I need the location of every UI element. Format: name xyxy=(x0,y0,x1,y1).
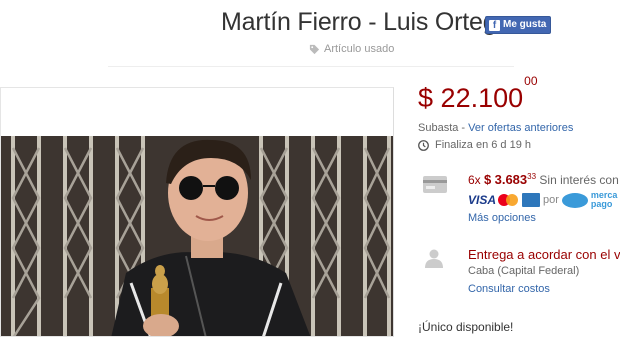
more-payment-options-link[interactable]: Más opciones xyxy=(468,212,536,224)
stock-label: ¡Único disponible! xyxy=(418,320,514,334)
shipping-costs-link[interactable]: Consultar costos xyxy=(468,283,550,295)
like-label: Me gusta xyxy=(503,19,547,30)
auction-separator: - xyxy=(458,122,469,134)
mastercard-logo-icon xyxy=(497,193,519,207)
installments-info: 6x $ 3.68333 Sin interés con xyxy=(468,172,619,187)
seller-user-icon xyxy=(425,249,443,268)
installment-cents: 33 xyxy=(527,172,537,181)
auction-ends-label: Finaliza en 6 d 19 h xyxy=(435,139,532,151)
condition-badge: Artículo usado xyxy=(309,43,394,55)
installment-integer: 3.683 xyxy=(494,172,528,187)
mercadopago-logo: merca pago xyxy=(591,191,618,209)
auction-info: Subasta - Ver ofertas anteriores xyxy=(418,122,573,134)
auction-type: Subasta xyxy=(418,122,459,134)
facebook-like-button[interactable]: f Me gusta xyxy=(485,16,552,34)
installments-count: 6x xyxy=(468,173,481,187)
por-label: por xyxy=(543,194,559,206)
auction-ends: Finaliza en 6 d 19 h xyxy=(418,139,531,151)
price-currency: $ xyxy=(418,83,434,113)
product-photo[interactable] xyxy=(0,87,394,337)
seller-location: Caba (Capital Federal) xyxy=(468,265,580,277)
page-title: Martín Fierro - Luis Ortega xyxy=(221,8,511,36)
price-cents: 00 xyxy=(524,74,538,88)
price-integer: 22.100 xyxy=(440,83,524,113)
credit-card-icon xyxy=(423,176,447,193)
tag-icon xyxy=(309,44,320,54)
previous-bids-link[interactable]: Ver ofertas anteriores xyxy=(468,122,573,134)
header-divider xyxy=(108,66,514,67)
mercadopago-line2: pago xyxy=(590,199,613,209)
mercadopago-handshake-icon xyxy=(561,192,588,208)
clock-icon xyxy=(418,139,429,151)
no-interest-label: Sin interés con xyxy=(539,173,619,187)
delivery-info: Entrega a acordar con el ve xyxy=(468,247,620,262)
installment-currency: $ xyxy=(484,172,492,187)
visa-logo-icon: VISA xyxy=(468,193,497,207)
facebook-icon: f xyxy=(489,19,500,31)
price: $ 22.10000 xyxy=(418,74,538,114)
payment-methods: VISA por merca pago xyxy=(468,191,617,209)
amex-logo-icon xyxy=(522,193,540,207)
condition-label: Artículo usado xyxy=(324,43,395,55)
